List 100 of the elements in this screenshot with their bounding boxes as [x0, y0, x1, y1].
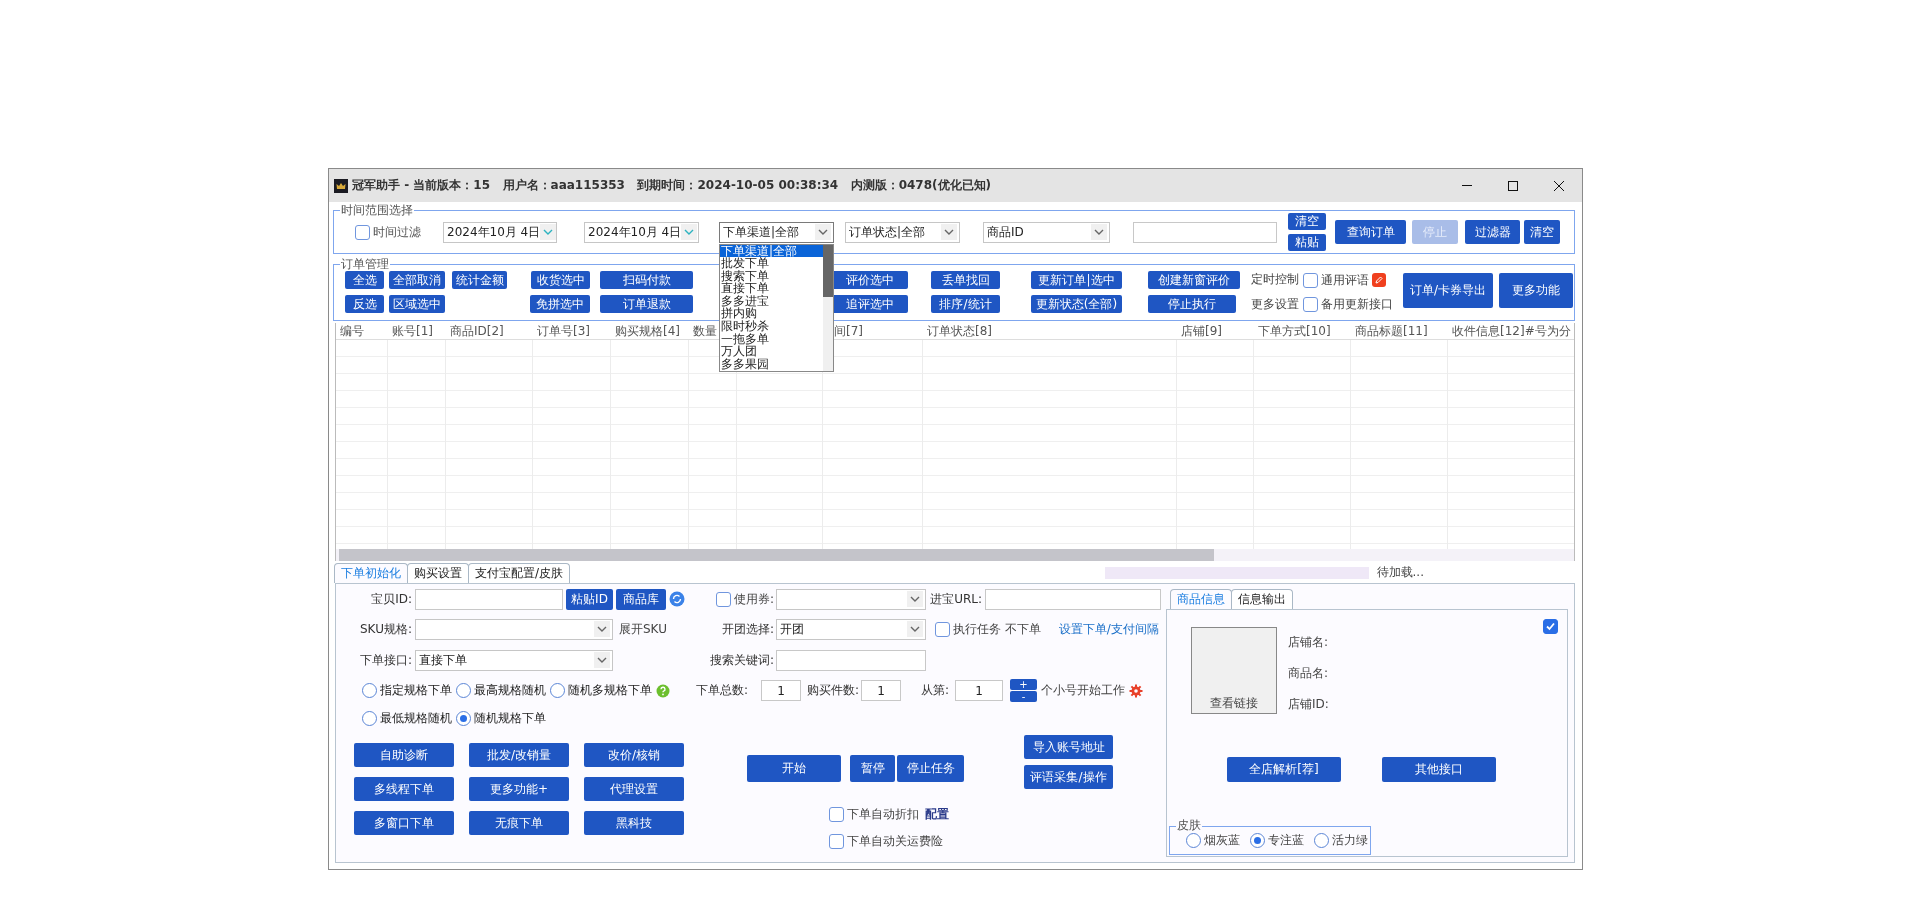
tab[interactable]: 信息输出	[1231, 589, 1293, 609]
action-button[interactable]: 创建新窗评价	[1148, 271, 1240, 289]
tool-button[interactable]: 更多功能+	[469, 777, 569, 801]
tab[interactable]: 商品信息	[1170, 589, 1232, 609]
stepper-button[interactable]: -	[1010, 691, 1037, 702]
paste-button[interactable]: 粘贴ID	[566, 588, 613, 610]
column-header[interactable]: 收件信息[12]#号为分	[1448, 323, 1574, 340]
input-field[interactable]: 1	[861, 680, 901, 701]
column-header[interactable]: 订单状态[8]	[923, 323, 1177, 340]
checkbox[interactable]	[1543, 619, 1558, 634]
checkbox[interactable]: 备用更新接口	[1303, 295, 1393, 313]
dropdown-option[interactable]: 多多果园	[720, 357, 823, 371]
input-field[interactable]	[1133, 221, 1277, 243]
help-icon[interactable]	[656, 683, 670, 698]
tab[interactable]: 支付宝配置/皮肤	[468, 563, 571, 583]
tool-button[interactable]: 代理设置	[584, 777, 684, 801]
tool-button[interactable]: 改价/核销	[584, 743, 684, 767]
dropdown[interactable]: 商品ID	[983, 221, 1110, 243]
refresh-icon[interactable]	[669, 591, 685, 607]
action-button[interactable]: 更新状态(全部)	[1031, 295, 1122, 313]
radio-button[interactable]: 最低规格随机	[362, 709, 452, 727]
action-button[interactable]: 追评选中	[832, 295, 908, 313]
dropdown-option[interactable]: 限时秒杀	[720, 320, 823, 333]
dropdown[interactable]: 开团	[776, 618, 926, 640]
action-button[interactable]: 订单退款	[600, 295, 693, 313]
tool-button[interactable]: 无痕下单	[469, 811, 569, 835]
radio-button[interactable]: 最高规格随机	[456, 682, 546, 699]
dropdown-option[interactable]: 下单渠道|全部	[720, 244, 823, 258]
dropdown[interactable]: 2024年10月 4日	[443, 221, 557, 243]
link[interactable]: 查看链接	[1210, 695, 1258, 712]
small-button[interactable]: 清空	[1288, 213, 1326, 230]
checkbox[interactable]: 下单自动折扣	[829, 806, 919, 823]
run-button[interactable]: 停止任务	[897, 755, 964, 782]
gear-icon[interactable]	[1129, 683, 1143, 698]
checkbox[interactable]: 下单自动关运费险	[829, 833, 943, 850]
tool-button[interactable]: 多窗口下单	[354, 811, 454, 835]
action-button[interactable]: 评价选中	[832, 271, 908, 289]
tool-button[interactable]: 黑科技	[584, 811, 684, 835]
run-button[interactable]: 开始	[747, 755, 841, 782]
column-header[interactable]: 编号	[336, 323, 388, 340]
tool-button[interactable]: 多线程下单	[354, 777, 454, 801]
column-header[interactable]: 订单号[3]	[533, 323, 611, 340]
action-button[interactable]: 丢单找回	[931, 271, 1000, 289]
input-field[interactable]	[985, 588, 1161, 610]
radio-button[interactable]: 烟灰蓝	[1186, 832, 1240, 849]
toolbar-button[interactable]: 清空	[1524, 220, 1560, 244]
stepper-button[interactable]: +	[1010, 679, 1037, 690]
tab[interactable]: 下单初始化	[334, 563, 408, 583]
radio-button[interactable]: 专注蓝	[1250, 832, 1304, 849]
dropdown[interactable]: 下单渠道|全部	[719, 221, 834, 243]
small-button[interactable]: 粘贴	[1288, 234, 1326, 251]
column-header[interactable]: 店铺[9]	[1177, 323, 1254, 340]
side-button[interactable]: 导入账号地址	[1024, 735, 1113, 759]
action-button[interactable]: 全部取消	[389, 271, 445, 289]
edit-icon[interactable]	[1372, 273, 1386, 287]
action-button[interactable]: 反选	[345, 295, 384, 313]
panel-button[interactable]: 全店解析[荐]	[1227, 757, 1341, 782]
input-field[interactable]	[415, 588, 563, 610]
action-button[interactable]: 排序/统计	[931, 295, 1000, 313]
library-button[interactable]: 商品库	[616, 588, 666, 610]
large-button[interactable]: 订单/卡券导出	[1403, 273, 1493, 308]
dropdown-option[interactable]: 批发下单	[720, 257, 823, 270]
dropdown[interactable]: 直接下单	[415, 649, 613, 671]
dropdown[interactable]: 2024年10月 4日	[584, 221, 699, 243]
dropdown[interactable]	[415, 618, 613, 640]
scrollbar[interactable]	[823, 244, 833, 371]
dropdown[interactable]	[776, 588, 926, 610]
side-button[interactable]: 评语采集/操作	[1024, 765, 1113, 789]
tool-button[interactable]: 批发/改销量	[469, 743, 569, 767]
input-field[interactable]	[776, 649, 926, 671]
column-header[interactable]: 账号[1]	[388, 323, 446, 340]
action-button[interactable]: 全选	[345, 271, 384, 289]
column-header[interactable]: 购买规格[4]	[611, 323, 689, 340]
action-button[interactable]: 统计金额	[452, 271, 507, 289]
column-header[interactable]: 商品标题[11]	[1351, 323, 1448, 340]
dropdown-option[interactable]: 搜索下单	[720, 269, 823, 283]
scrollbar[interactable]	[336, 549, 1574, 561]
tool-button[interactable]: 自助诊断	[354, 743, 454, 767]
action-button[interactable]: 收货选中	[531, 271, 590, 289]
dropdown-option[interactable]: 直接下单	[720, 282, 823, 295]
radio-button[interactable]: 随机多规格下单	[550, 682, 652, 699]
checkbox[interactable]: 通用评语	[1303, 271, 1369, 289]
action-button[interactable]: 更新订单|选中	[1031, 271, 1122, 289]
dropdown-option[interactable]: 拼内购	[720, 307, 823, 321]
toolbar-button[interactable]: 查询订单	[1335, 220, 1406, 244]
checkbox[interactable]: 时间过滤	[355, 223, 425, 241]
radio-button[interactable]: 随机规格下单	[456, 709, 546, 727]
action-button[interactable]: 停止执行	[1148, 295, 1236, 313]
radio-button[interactable]: 指定规格下单	[362, 682, 452, 699]
radio-button[interactable]: 活力绿	[1314, 832, 1368, 849]
dropdown-option[interactable]: 多多进宝	[720, 294, 823, 308]
link[interactable]: 配置	[925, 806, 949, 823]
checkbox[interactable]: 执行任务 不下单	[935, 620, 1041, 638]
input-field[interactable]: 1	[955, 680, 1003, 701]
column-header[interactable]: 商品ID[2]	[446, 323, 533, 340]
dropdown-option[interactable]: 一拖多单	[720, 332, 823, 346]
action-button[interactable]: 区域选中	[389, 295, 445, 313]
dropdown[interactable]: 订单状态|全部	[845, 221, 960, 243]
action-button[interactable]: 扫码付款	[600, 271, 693, 289]
dropdown-option[interactable]: 万人团	[720, 345, 823, 358]
